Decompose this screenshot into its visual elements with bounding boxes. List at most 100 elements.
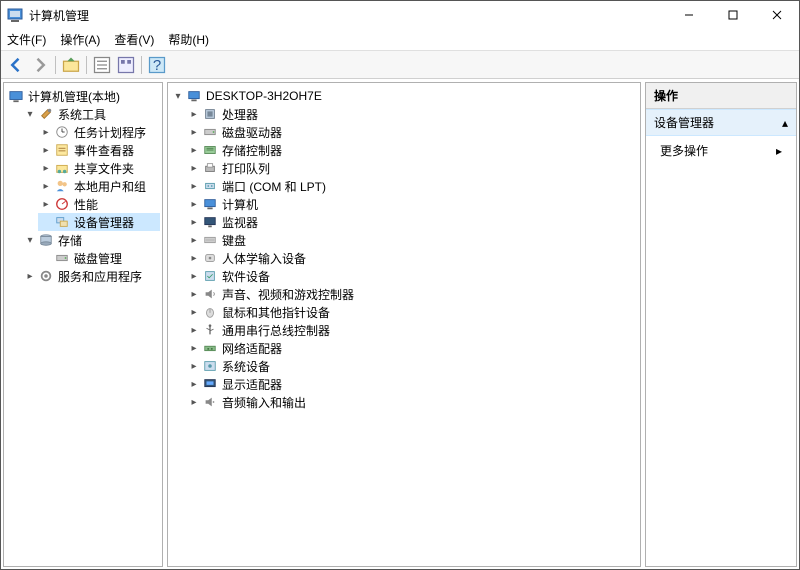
expand-icon[interactable]: ▸ [188,234,200,246]
menu-action[interactable]: 操作(A) [60,31,100,48]
actions-more[interactable]: 更多操作 ▸ [646,136,796,165]
tree-local-users[interactable]: ▸ 本地用户和组 [38,177,160,195]
audio-icon [202,394,218,410]
device-category-computer[interactable]: ▸ 计算机 [186,195,638,213]
computer-icon [202,196,218,212]
tree-services[interactable]: ▸ 服务和应用程序 [22,267,160,285]
tree-storage[interactable]: ▾ 存储 [22,231,160,249]
menu-view[interactable]: 查看(V) [114,31,154,48]
device-category-audio[interactable]: ▸音频输入和输出 [186,393,638,411]
expand-icon[interactable]: ▸ [40,144,52,156]
device-category-software[interactable]: ▸软件设备 [186,267,638,285]
system-icon [202,358,218,374]
collapse-icon[interactable]: ▾ [24,234,36,246]
device-manager-icon [54,214,70,230]
device-category-label: 鼠标和其他指针设备 [222,304,330,321]
tree-label: 性能 [74,196,98,213]
menu-help[interactable]: 帮助(H) [168,31,209,48]
expand-icon[interactable]: ▸ [188,324,200,336]
toolbar-refresh-button[interactable] [115,54,137,76]
expand-icon[interactable]: ▸ [188,288,200,300]
expand-icon[interactable]: ▸ [40,180,52,192]
device-category-system[interactable]: ▸ 系统设备 [186,357,638,375]
expand-icon[interactable]: ▸ [188,270,200,282]
expand-icon[interactable]: ▸ [188,180,200,192]
mice-icon [202,304,218,320]
expand-icon[interactable]: ▸ [188,144,200,156]
tree-label: 事件查看器 [74,142,134,159]
title-bar[interactable]: 计算机管理 [1,1,799,29]
device-category-label: 计算机 [222,196,258,213]
device-category-label: 监视器 [222,214,258,231]
actions-pane: 操作 设备管理器 ▴ 更多操作 ▸ [645,82,797,567]
expand-icon[interactable]: ▸ [40,162,52,174]
actions-selected[interactable]: 设备管理器 ▴ [646,109,796,136]
users-icon [54,178,70,194]
tree-label: 本地用户和组 [74,178,146,195]
tree-root[interactable]: 计算机管理(本地) [6,87,160,105]
expand-icon[interactable]: ▸ [188,396,200,408]
expand-icon[interactable]: ▸ [40,126,52,138]
expand-icon[interactable]: ▸ [188,306,200,318]
computer-icon [186,88,202,104]
maximize-button[interactable] [711,1,755,29]
expand-icon[interactable]: ▸ [188,108,200,120]
device-category-printQueues[interactable]: ▸ 打印队列 [186,159,638,177]
device-category-display[interactable]: ▸显示适配器 [186,375,638,393]
printQueues-icon [202,160,218,176]
device-category-label: 系统设备 [222,358,270,375]
device-category-usb[interactable]: ▸通用串行总线控制器 [186,321,638,339]
device-category-label: 打印队列 [222,160,270,177]
close-button[interactable] [755,1,799,29]
expand-icon[interactable]: ▸ [188,360,200,372]
tree-system-tools[interactable]: ▾ 系统工具 [22,105,160,123]
folder-shared-icon [54,160,70,176]
expand-icon[interactable]: ▸ [188,378,200,390]
toolbar-back-button[interactable] [5,54,27,76]
expand-icon[interactable]: ▸ [188,162,200,174]
collapse-icon[interactable]: ▾ [172,90,184,102]
menu-file[interactable]: 文件(F) [7,31,46,48]
expand-icon[interactable]: ▸ [40,198,52,210]
device-tree[interactable]: ▾ DESKTOP-3H2OH7E ▸处理器▸磁盘驱动器▸存储控制器▸打印队列▸… [167,82,641,567]
toolbar-separator [55,56,56,74]
device-host[interactable]: ▾ DESKTOP-3H2OH7E [170,87,638,105]
expand-icon[interactable]: ▸ [188,126,200,138]
toolbar-props-button[interactable] [91,54,113,76]
device-category-cpu[interactable]: ▸处理器 [186,105,638,123]
expand-icon[interactable]: ▸ [188,252,200,264]
expand-icon[interactable]: ▸ [188,342,200,354]
device-category-storageCtrl[interactable]: ▸存储控制器 [186,141,638,159]
minimize-button[interactable] [667,1,711,29]
navigation-tree[interactable]: 计算机管理(本地) ▾ 系统工具 ▸ [3,82,163,567]
toolbar-forward-button[interactable] [29,54,51,76]
tree-disk-mgmt[interactable]: 磁盘管理 [38,249,160,267]
expand-spacer [40,216,52,228]
collapse-arrow-icon: ▴ [782,116,788,130]
tree-event-viewer[interactable]: ▸ 事件查看器 [38,141,160,159]
device-category-hid[interactable]: ▸ 人体学输入设备 [186,249,638,267]
device-host-label: DESKTOP-3H2OH7E [206,89,322,103]
app-window: 计算机管理 文件(F) 操作(A) 查看(V) 帮助(H) ? [0,0,800,570]
toolbar-help-button[interactable]: ? [146,54,168,76]
expand-icon[interactable]: ▸ [188,198,200,210]
device-category-sound[interactable]: ▸声音、视频和游戏控制器 [186,285,638,303]
device-category-network[interactable]: ▸网络适配器 [186,339,638,357]
device-category-keyboards[interactable]: ▸键盘 [186,231,638,249]
device-category-monitors[interactable]: ▸ 监视器 [186,213,638,231]
device-category-diskDrives[interactable]: ▸磁盘驱动器 [186,123,638,141]
expand-icon[interactable]: ▸ [188,216,200,228]
tree-task-scheduler[interactable]: ▸ 任务计划程序 [38,123,160,141]
device-category-mice[interactable]: ▸ 鼠标和其他指针设备 [186,303,638,321]
device-category-ports[interactable]: ▸端口 (COM 和 LPT) [186,177,638,195]
device-category-label: 人体学输入设备 [222,250,306,267]
collapse-icon[interactable]: ▾ [24,108,36,120]
toolbar-up-button[interactable] [60,54,82,76]
tree-device-manager[interactable]: 设备管理器 [38,213,160,231]
menu-bar: 文件(F) 操作(A) 查看(V) 帮助(H) [1,29,799,51]
tree-performance[interactable]: ▸ 性能 [38,195,160,213]
expand-icon[interactable]: ▸ [24,270,36,282]
toolbar-separator [86,56,87,74]
tree-shared-folders[interactable]: ▸ 共享文件夹 [38,159,160,177]
window-title: 计算机管理 [29,7,667,24]
